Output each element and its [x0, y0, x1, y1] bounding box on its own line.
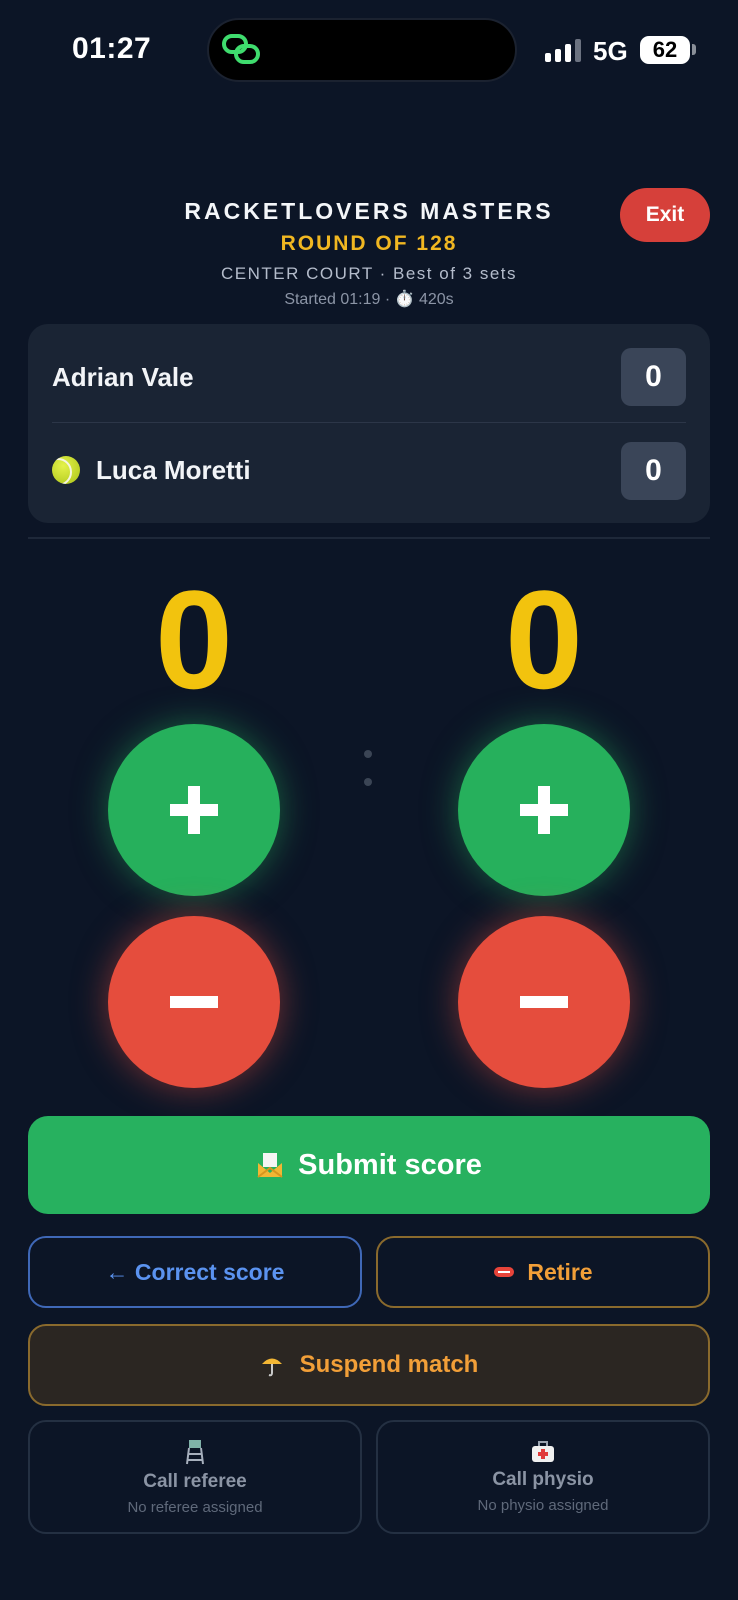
no-entry-icon	[494, 1267, 515, 1277]
network-type: 5G	[593, 36, 628, 66]
player-1-name: Adrian Vale	[52, 361, 194, 392]
call-referee-subtitle: No referee assigned	[127, 1498, 263, 1516]
status-time: 01:27	[72, 32, 152, 65]
call-referee-title: Call referee	[143, 1470, 247, 1492]
call-referee-button[interactable]: Call referee No referee assigned	[28, 1420, 362, 1534]
player-2-plus-button[interactable]	[458, 724, 630, 896]
retire-button[interactable]: Retire	[376, 1236, 710, 1308]
umbrella-icon	[261, 1358, 282, 1377]
player-row-2: Luca Moretti	[52, 440, 686, 500]
battery-icon: 62	[640, 36, 690, 64]
call-physio-button[interactable]: Call physio No physio assigned	[376, 1420, 710, 1534]
signal-icon	[545, 38, 581, 62]
player-1-minus-button[interactable]	[108, 916, 280, 1088]
started-info: Started 01:19 · ⏱️ 420s	[284, 291, 454, 308]
envelope-icon	[257, 1153, 283, 1178]
player-2-game-score: 0	[505, 561, 583, 718]
section-divider	[28, 537, 710, 539]
plus-icon	[520, 786, 568, 834]
player-1-sets: 0	[621, 348, 686, 406]
correct-score-label: ← Correct score	[105, 1258, 285, 1285]
umpire-chair-icon	[186, 1439, 204, 1464]
tennis-ball-icon	[52, 456, 80, 484]
player-2-minus-button[interactable]	[458, 916, 630, 1088]
battery-tip	[692, 44, 696, 55]
player-1-plus-button[interactable]	[108, 724, 280, 896]
separator-dot	[364, 750, 372, 758]
battery-level: 62	[652, 37, 678, 62]
minus-icon	[520, 996, 568, 1008]
player-1-game-score: 0	[155, 561, 233, 718]
first-aid-kit-icon	[532, 1440, 554, 1462]
suspend-match-button[interactable]: Suspend match	[28, 1324, 710, 1406]
round-label: ROUND OF 128	[280, 232, 458, 255]
card-divider	[52, 422, 686, 423]
suspend-match-label: Suspend match	[299, 1351, 479, 1378]
exit-button[interactable]: Exit	[620, 188, 710, 242]
minus-icon	[170, 996, 218, 1008]
call-physio-title: Call physio	[492, 1468, 594, 1490]
retire-label: Retire	[527, 1258, 593, 1285]
correct-score-button[interactable]: ← Correct score	[28, 1236, 362, 1308]
plus-icon	[170, 786, 218, 834]
link-chain-icon	[222, 34, 260, 64]
player-row-1: Adrian Vale	[52, 347, 686, 407]
separator-dot	[364, 778, 372, 786]
player-2-name: Luca Moretti	[96, 454, 251, 485]
submit-score-button[interactable]: Submit score	[28, 1116, 710, 1214]
court-info: CENTER COURT · Best of 3 sets	[220, 264, 518, 283]
call-physio-subtitle: No physio assigned	[477, 1496, 609, 1514]
submit-score-label: Submit score	[298, 1148, 482, 1181]
player-2-sets: 0	[621, 442, 686, 500]
